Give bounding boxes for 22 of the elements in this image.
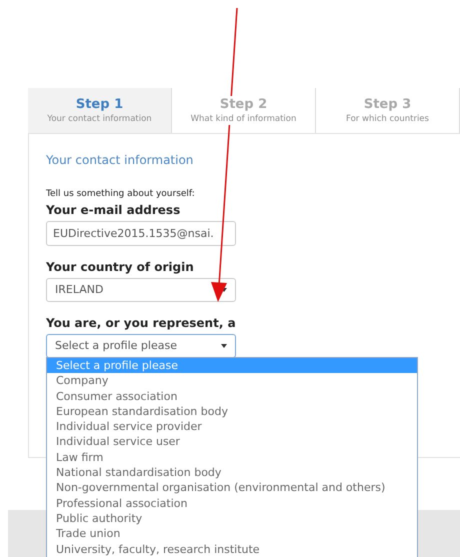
caret-icon [221,344,227,348]
select-field[interactable]: IRELAND [46,278,236,302]
dropdown-option[interactable]: University, faculty, research institute [47,542,417,557]
dropdown-option[interactable]: Select a profile please [47,358,417,374]
dropdown-option[interactable]: Company [47,373,417,389]
dropdown-option[interactable]: National standardisation body [47,465,417,480]
step-tab[interactable]: Step 1 Your contact information [28,88,172,133]
dropdown-option[interactable]: Individual service user [47,434,417,450]
intro-text: Tell us something about yourself: [46,189,196,200]
dropdown-option[interactable]: Public authority [47,510,417,526]
field-label: Your e-mail address [46,203,182,217]
dropdown-option[interactable]: European standardisation body [47,404,417,420]
section-title: Your contact information [46,153,194,167]
field-label: You are, or you represent, a [46,316,237,330]
dropdown-option[interactable]: Consumer association [47,388,417,404]
dropdown-option[interactable]: Trade union [47,526,417,542]
email-field[interactable]: EUDirective2015.1535@nsai. [46,221,236,246]
dropdown-option[interactable]: Individual service provider [47,419,417,434]
field-label: Your country of origin [46,260,195,274]
dropdown-option[interactable]: Professional association [47,496,417,511]
dropdown-option[interactable]: Non-governmental organisation (environmental and others) [47,480,417,496]
dropdown-option[interactable]: Law firm [47,450,417,466]
